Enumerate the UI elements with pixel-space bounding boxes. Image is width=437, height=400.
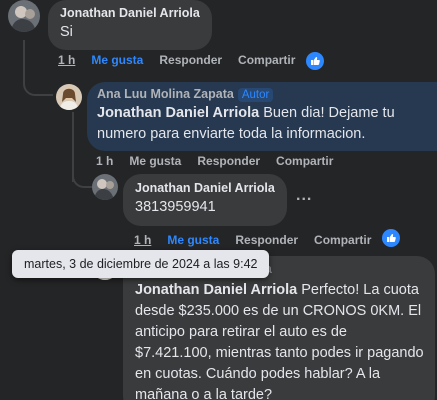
mention-link[interactable]: Jonathan Daniel Arriola [135,282,297,298]
reply-button[interactable]: Responder [159,53,222,67]
comment-body: Perfecto! La cuota desde $235.000 es de … [135,282,424,400]
comment-author[interactable]: Jonathan Daniel Arriola [135,181,275,195]
avatar[interactable] [8,0,40,32]
more-options-icon[interactable]: ... [296,187,312,205]
comment-actions: 1 h Me gusta Responder Compartir [96,154,349,168]
comment-timestamp[interactable]: 1 h [58,53,75,67]
mention-link[interactable]: Jonathan Daniel Arriola [97,105,259,121]
comment-bubble-highlighted: Ana Luu Molina Zapata Autor Jonathan Dani… [87,82,437,151]
comment-author[interactable]: Jonathan Daniel Arriola [60,6,200,20]
like-button[interactable]: Me gusta [129,154,181,168]
timestamp-tooltip: martes, 3 de diciembre de 2024 a las 9:4… [12,250,270,278]
share-button[interactable]: Compartir [276,154,333,168]
comment-actions: 1 h Me gusta Responder Compartir [134,233,387,247]
like-button[interactable]: Me gusta [167,233,219,247]
avatar[interactable] [56,84,82,110]
share-button[interactable]: Compartir [238,53,295,67]
comment-text: Jonathan Daniel Arriola Perfecto! La cuo… [135,280,425,400]
avatar[interactable] [92,174,118,200]
like-button[interactable]: Me gusta [91,53,143,67]
comment-actions: 1 h Me gusta Responder Compartir [58,53,311,67]
reply-button[interactable]: Responder [235,233,298,247]
comment-text: 3813959941 [135,199,216,215]
like-icon[interactable] [382,229,400,247]
thread-line [23,40,25,70]
share-button[interactable]: Compartir [314,233,371,247]
comment-author[interactable]: Ana Luu Molina Zapata [97,87,234,101]
comment-text: Si [60,24,73,40]
thread-connector [72,170,92,188]
like-icon[interactable] [306,52,324,70]
thread-connector [23,68,53,96]
comment-bubble: Jonathan Daniel Arriola 3813959941 [123,174,287,226]
comment-text: Jonathan Daniel Arriola Buen dia! Dejame… [97,103,427,145]
reply-button[interactable]: Responder [197,154,260,168]
comment-timestamp[interactable]: 1 h [96,154,113,168]
comment-bubble: Jonathan Daniel Arriola Si [48,0,212,50]
author-badge: Autor [237,88,274,102]
comment-timestamp[interactable]: 1 h [134,233,151,247]
comment-author-line: Ana Luu Molina Zapata Autor [97,87,427,102]
